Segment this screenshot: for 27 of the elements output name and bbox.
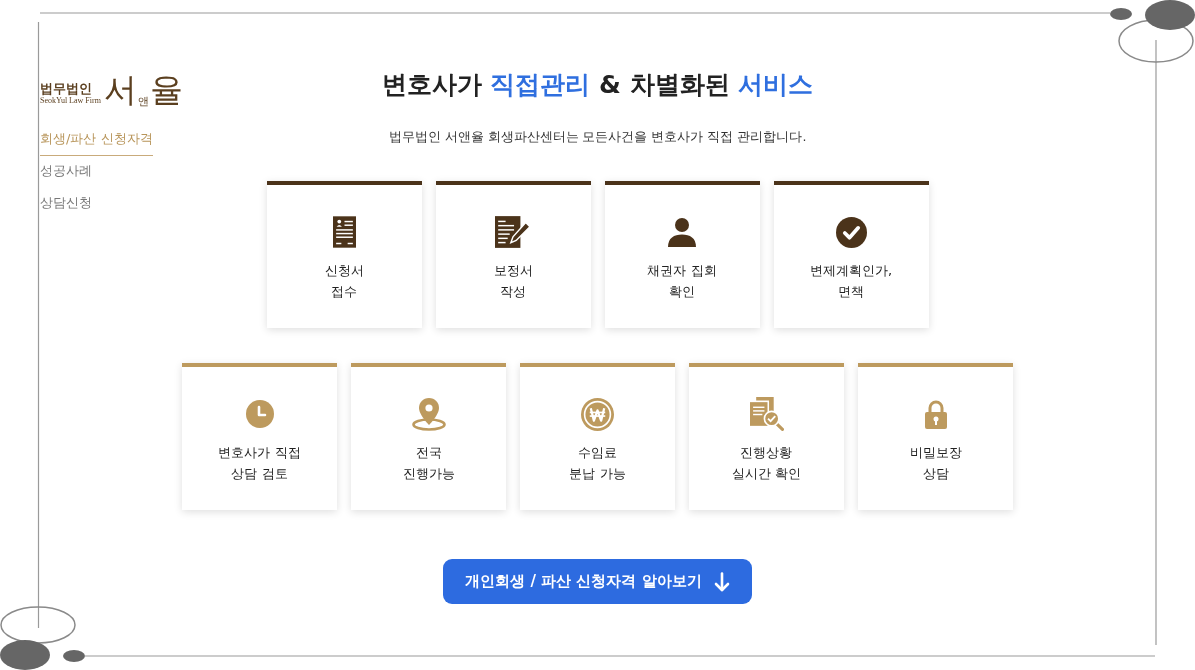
clock-icon [245, 400, 274, 428]
arrow-down-icon [713, 571, 730, 592]
service-label: 보정서 작성 [493, 262, 533, 301]
service-label: 채권자 집회 확인 [647, 262, 717, 301]
service-label: 변제계획인가, 면책 [809, 262, 893, 301]
service-label: 수임료 분납 가능 [569, 444, 626, 483]
service-label: 진행상황 실시간 확인 [731, 444, 802, 483]
check-circle-icon [835, 216, 867, 248]
location-pin-icon [411, 397, 446, 431]
document-magnifier-icon [749, 397, 784, 431]
sidebar-link[interactable]: 상담신청 [40, 193, 92, 220]
logo-subtitle: SeokYul Law Firm [40, 96, 101, 105]
service-label: 신청서 접수 [324, 262, 364, 301]
document-pencil-icon [495, 216, 531, 248]
page-subtitle: 법무법인 서앤율 회생파산센터는 모든사건을 변호사가 직접 관리합니다. [388, 128, 807, 146]
application-form-icon [332, 216, 356, 248]
sidebar-link[interactable]: 성공사례 [40, 161, 92, 188]
logo-text: 법무법인 [40, 81, 92, 96]
service-label: 변호사가 직접 상담 검토 [218, 444, 301, 483]
lock-icon [924, 399, 947, 429]
sidebar-link[interactable]: 회생/파산 신청자격 [40, 129, 153, 156]
service-label: 비밀보장 상담 [909, 444, 962, 483]
user-icon [668, 217, 696, 247]
page-heading: 변호사가 직접관리 & 차별화된 서비스 [381, 69, 814, 101]
cta-button[interactable]: 개인회생 / 파산 신청자격 알아보기 [443, 559, 752, 604]
won-coin-icon [581, 397, 614, 431]
service-label: 전국 진행가능 [402, 444, 455, 483]
